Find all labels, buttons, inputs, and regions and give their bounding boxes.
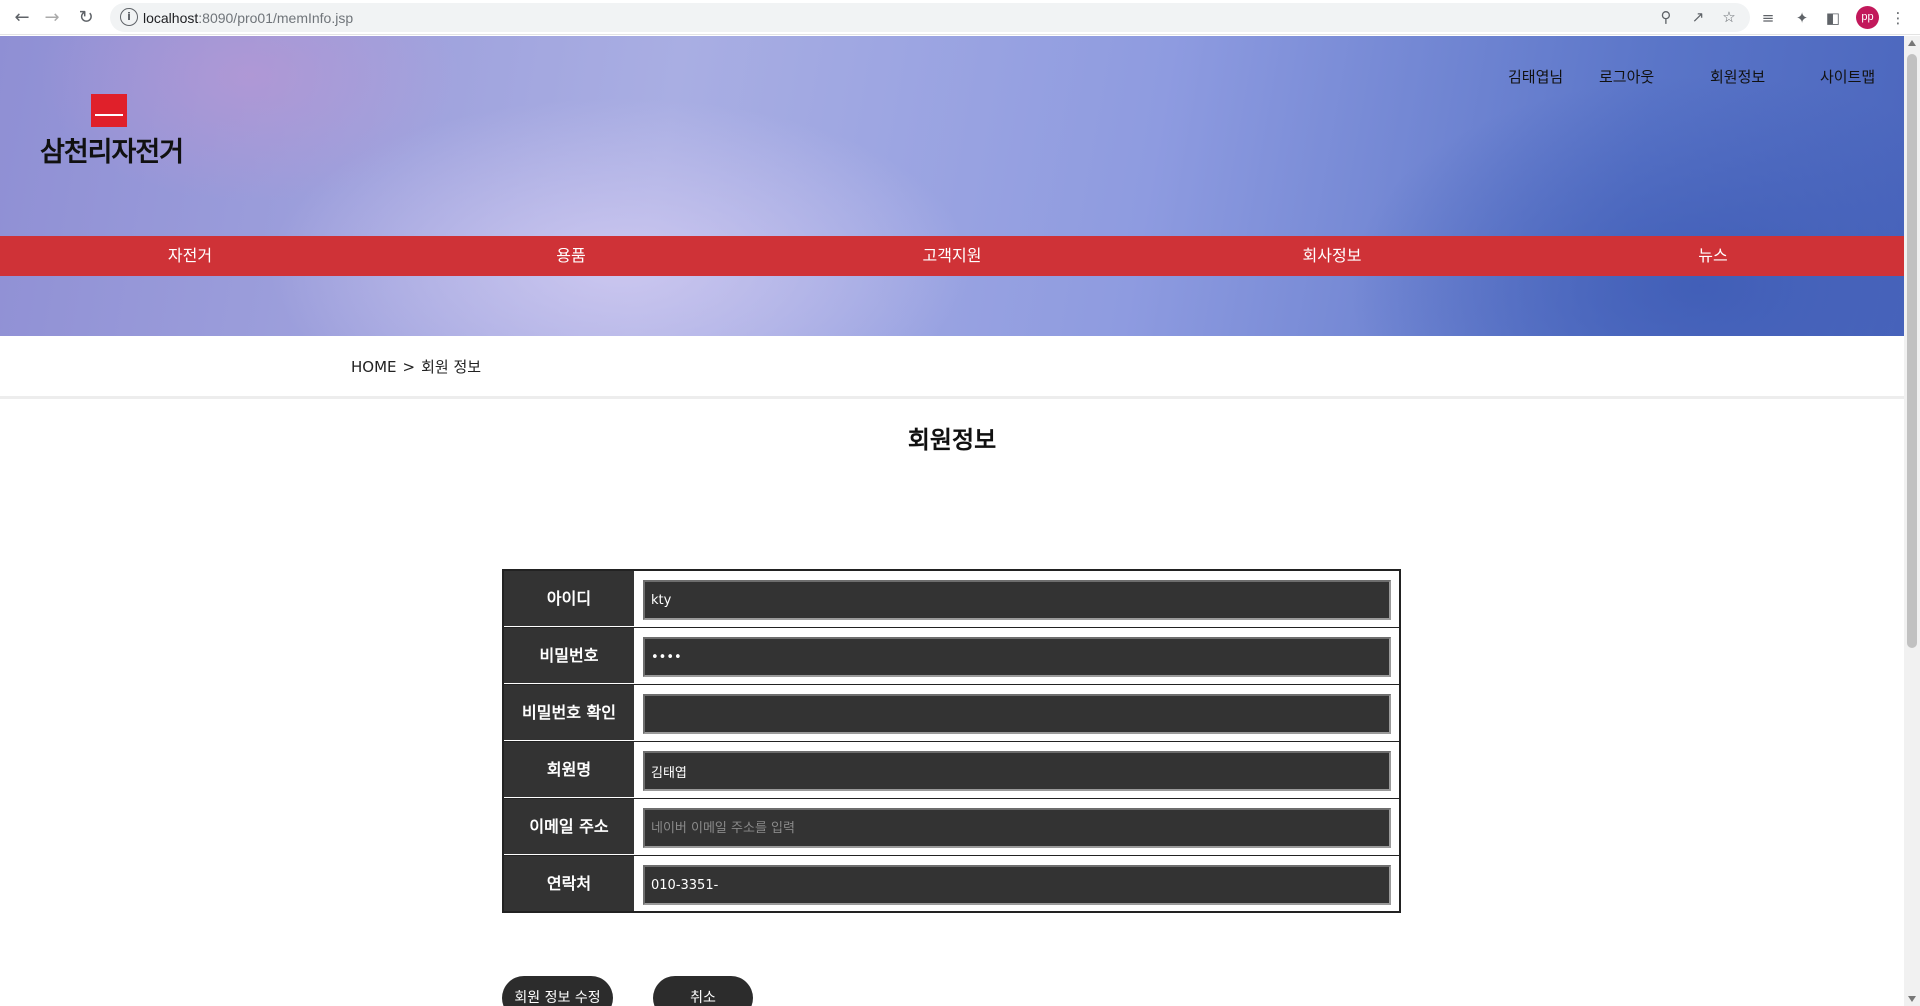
page-title: 회원정보 (907, 426, 997, 454)
gnb-item-news[interactable]: 뉴스 (1523, 236, 1903, 276)
extensions-icon[interactable]: ✦ (1791, 7, 1813, 29)
forward-icon[interactable]: → (40, 6, 64, 30)
back-icon[interactable]: ← (10, 6, 34, 30)
util-sitemap-link[interactable]: 사이트맵 (1820, 66, 1875, 87)
email-field[interactable] (643, 808, 1391, 848)
gnb-item-accessories[interactable]: 용품 (381, 236, 761, 276)
page-viewport: 삼천리자전거 김태엽님 로그아웃 회원정보 사이트맵 자전거 용품 고객지원 회… (0, 36, 1904, 1006)
breadcrumb-current: 회원 정보 (421, 358, 482, 376)
form-label: 비밀번호 확인 (504, 685, 634, 740)
gnb-item-support[interactable]: 고객지원 (762, 236, 1142, 276)
side-panel-icon[interactable]: ◧ (1822, 7, 1844, 29)
global-nav: 자전거 용품 고객지원 회사정보 뉴스 (0, 236, 1904, 276)
util-logout-link[interactable]: 로그아웃 (1599, 66, 1654, 87)
name-field[interactable] (643, 751, 1391, 791)
id-field[interactable] (643, 580, 1391, 620)
profile-avatar[interactable]: pp (1856, 6, 1879, 29)
form-row-name: 회원명 (504, 742, 1399, 799)
cancel-button[interactable]: 취소 (653, 976, 753, 1006)
breadcrumb-separator: > (402, 358, 416, 376)
scroll-up-icon[interactable] (1908, 40, 1916, 46)
reload-icon[interactable]: ↻ (74, 6, 98, 30)
section-divider (0, 396, 1904, 399)
form-label: 회원명 (504, 742, 634, 797)
form-label: 비밀번호 (504, 628, 634, 683)
url-text[interactable]: localhost:8090/pro01/memInfo.jsp (143, 10, 353, 26)
form-label: 아이디 (504, 571, 634, 626)
page-scrollbar[interactable] (1904, 36, 1920, 1006)
breadcrumb: HOME > 회원 정보 (351, 356, 481, 377)
breadcrumb-home[interactable]: HOME (351, 358, 397, 376)
util-user-name: 김태엽님 (1508, 68, 1564, 86)
form-row-password: 비밀번호 (504, 628, 1399, 685)
phone-field[interactable] (643, 865, 1391, 905)
address-bar[interactable]: i localhost:8090/pro01/memInfo.jsp ⚲ ↗ ☆ (110, 3, 1750, 32)
edit-member-button[interactable]: 회원 정보 수정 (502, 976, 613, 1006)
star-icon[interactable]: ☆ (1718, 6, 1740, 28)
password-confirm-field[interactable] (643, 694, 1391, 734)
util-member-info-link[interactable]: 회원정보 (1710, 66, 1765, 87)
logo-mark-icon (91, 94, 127, 127)
form-row-phone: 연락처 (504, 856, 1399, 913)
scroll-thumb[interactable] (1907, 54, 1917, 648)
browser-toolbar: ← → ↻ i localhost:8090/pro01/memInfo.jsp… (0, 0, 1920, 35)
reading-list-icon[interactable]: ≡ (1757, 7, 1779, 29)
form-label: 이메일 주소 (504, 799, 634, 854)
form-row-email: 이메일 주소 (504, 799, 1399, 856)
key-icon[interactable]: ⚲ (1655, 6, 1677, 28)
password-field[interactable] (643, 637, 1391, 677)
gnb-item-bicycle[interactable]: 자전거 (0, 236, 380, 276)
form-label: 연락처 (504, 856, 634, 911)
more-menu-icon[interactable]: ⋮ (1887, 7, 1909, 29)
site-info-icon[interactable]: i (120, 8, 138, 26)
gnb-item-company[interactable]: 회사정보 (1142, 236, 1522, 276)
share-icon[interactable]: ↗ (1687, 6, 1709, 28)
form-row-password-confirm: 비밀번호 확인 (504, 685, 1399, 742)
member-info-form: 아이디 비밀번호 비밀번호 확인 회원명 이메일 주소 연락처 (502, 569, 1401, 913)
logo-text: 삼천리자전거 (40, 137, 184, 168)
form-row-id: 아이디 (504, 571, 1399, 628)
header-hero: 삼천리자전거 김태엽님 로그아웃 회원정보 사이트맵 자전거 용품 고객지원 회… (0, 36, 1904, 336)
scroll-down-icon[interactable] (1908, 996, 1916, 1002)
